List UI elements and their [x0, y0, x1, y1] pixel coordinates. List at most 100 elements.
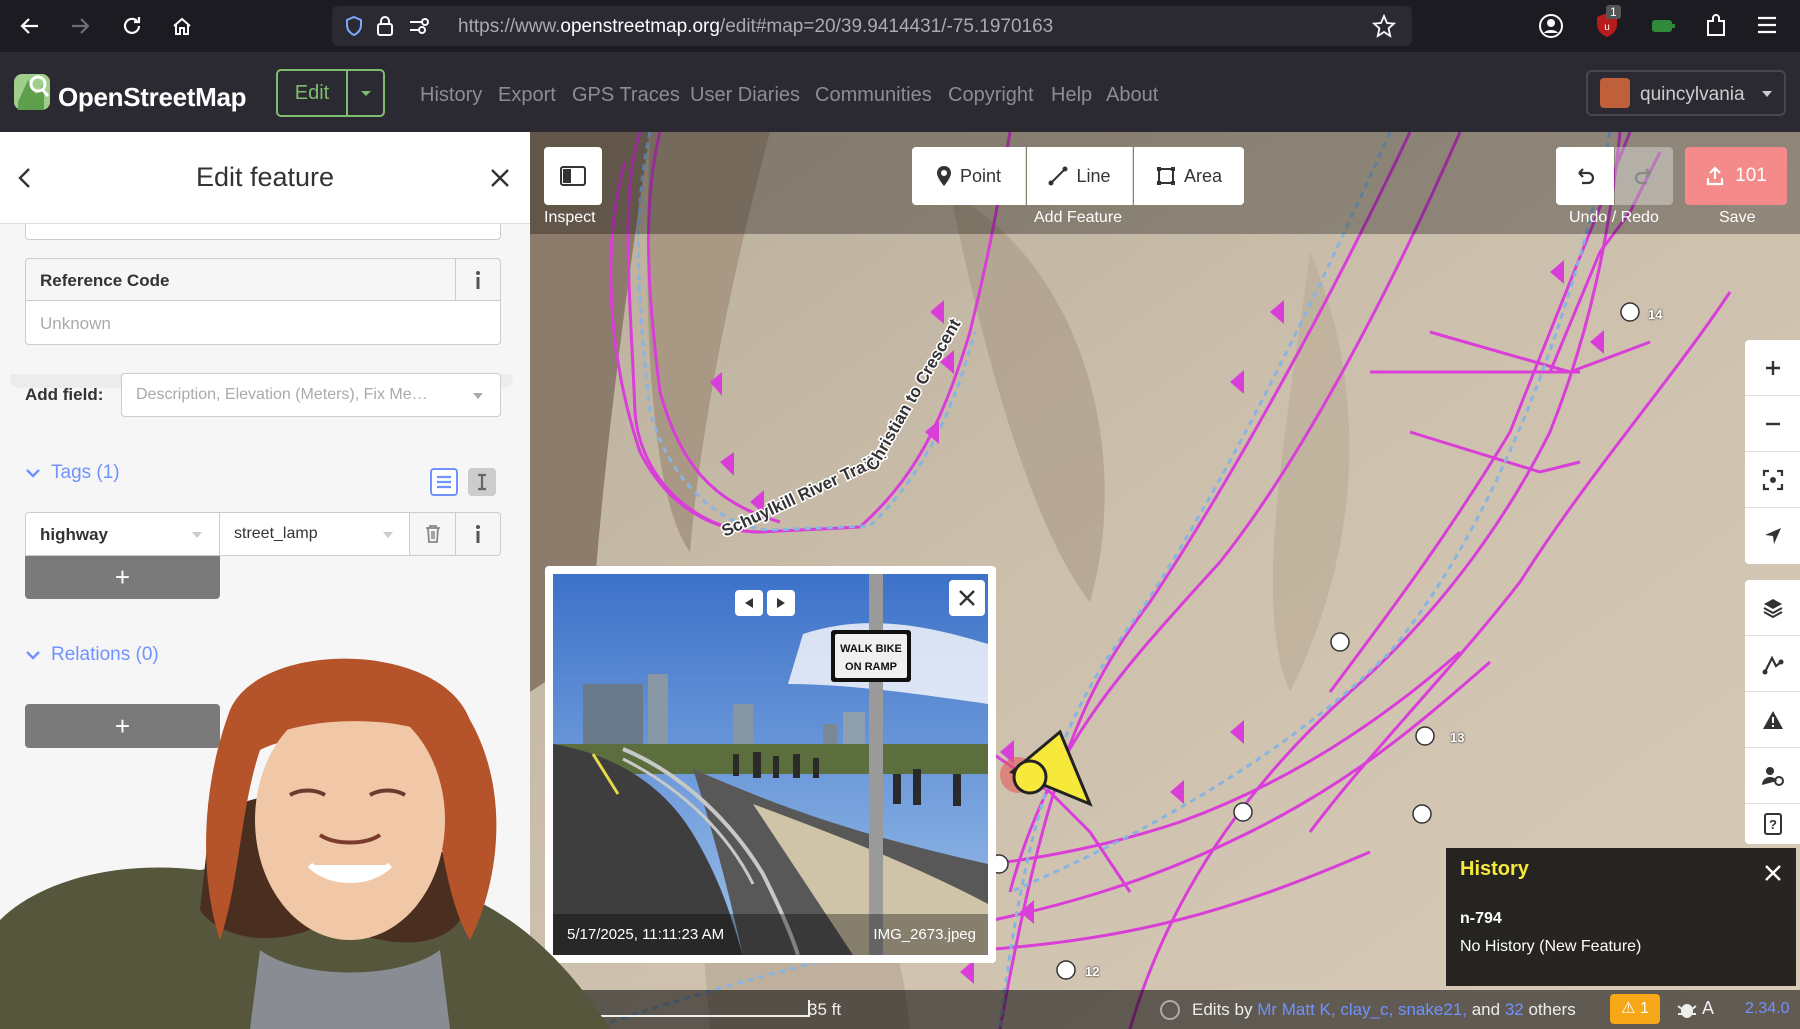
shield-icon[interactable]: [344, 15, 364, 37]
preferences-button[interactable]: [1745, 748, 1800, 804]
photo-close-button[interactable]: [949, 580, 985, 616]
tag-value-input[interactable]: street_lamp: [219, 512, 410, 556]
photo-filename: IMG_2673.jpeg: [873, 926, 976, 943]
add-line-button[interactable]: Line: [1027, 147, 1133, 205]
history-feature-id: n-794: [1460, 910, 1502, 927]
address-bar[interactable]: https://www.openstreetmap.org/edit#map=2…: [332, 6, 1412, 46]
undo-redo-caption: Undo / Redo: [1569, 209, 1659, 226]
nav-user-diaries[interactable]: User Diaries: [690, 84, 800, 107]
back-arrow-icon[interactable]: [15, 11, 45, 41]
layers-icon: [1763, 598, 1782, 618]
bug-report-icon[interactable]: [1676, 998, 1698, 1020]
tags-heading: Tags (1): [51, 462, 120, 483]
map-top-bar: Inspect Point Line Area Add Feature Undo…: [530, 132, 1800, 234]
home-icon[interactable]: [167, 11, 197, 41]
zoom-in-button[interactable]: [1745, 340, 1800, 396]
menu-hamburger-icon[interactable]: [1756, 15, 1778, 35]
editors-links[interactable]: Mr Matt K, clay_c, snake21,: [1257, 1000, 1467, 1019]
version-link[interactable]: 2.34.0: [1745, 1000, 1789, 1018]
translate-icon[interactable]: A: [1702, 998, 1714, 1019]
chevron-down-icon: [473, 393, 483, 399]
photo-play-button[interactable]: [767, 590, 795, 616]
map-canvas[interactable]: Schuylkill River Trail – Christian to Cr…: [530, 132, 1800, 1029]
osm-brand-name[interactable]: OpenStreetMap: [58, 82, 247, 113]
reference-code-input[interactable]: Unknown: [25, 300, 501, 345]
forward-arrow-icon[interactable]: [65, 11, 95, 41]
add-field-combobox[interactable]: Description, Elevation (Meters), Fix Me…: [121, 373, 501, 417]
url-text[interactable]: https://www.openstreetmap.org/edit#map=2…: [458, 16, 1053, 38]
help-button[interactable]: ?: [1745, 804, 1800, 844]
add-field-placeholder: Description, Elevation (Meters), Fix Me…: [136, 386, 428, 403]
save-button[interactable]: 101: [1685, 147, 1787, 205]
edit-dropdown-button[interactable]: [348, 71, 383, 115]
zoom-to-selection-button[interactable]: [1745, 452, 1800, 508]
osm-logo-icon[interactable]: [12, 72, 52, 112]
close-icon[interactable]: [490, 168, 510, 188]
nav-about[interactable]: About: [1106, 84, 1158, 107]
undo-button[interactable]: [1556, 147, 1614, 205]
issues-badge[interactable]: ⚠ 1: [1610, 994, 1660, 1024]
reload-icon[interactable]: [117, 11, 147, 41]
area-icon: [1156, 167, 1175, 185]
others-count-link[interactable]: 32: [1505, 1000, 1524, 1019]
inspect-button[interactable]: [544, 147, 602, 205]
edit-button[interactable]: Edit: [278, 71, 348, 115]
nav-copyright[interactable]: Copyright: [948, 84, 1034, 107]
play-back-icon: [745, 598, 753, 608]
map-data-button[interactable]: [1745, 636, 1800, 692]
area-label: Area: [1183, 165, 1223, 186]
add-tag-button[interactable]: +: [25, 556, 220, 599]
edits-by-text: Edits by Mr Matt K, clay_c, snake21, and…: [1192, 1000, 1576, 1019]
tag-key-input[interactable]: highway: [25, 512, 220, 556]
svg-text:u: u: [1604, 22, 1610, 33]
close-icon: [959, 590, 975, 606]
info-icon: [476, 270, 480, 289]
history-close-button[interactable]: [1764, 864, 1782, 882]
nav-communities[interactable]: Communities: [815, 84, 932, 107]
delete-tag-button[interactable]: [409, 512, 456, 556]
line-icon: [1048, 166, 1068, 186]
map-nav-controls: [1745, 340, 1800, 564]
tags-section-toggle[interactable]: Tags (1): [25, 462, 120, 484]
extensions-puzzle-icon[interactable]: [1704, 13, 1728, 39]
add-area-button[interactable]: Area: [1134, 147, 1244, 205]
map-footer: 35 ft Edits by Mr Matt K, clay_c, snake2…: [530, 990, 1800, 1029]
tag-key-text: highway: [40, 525, 109, 544]
background-info-icon[interactable]: [1160, 1000, 1180, 1020]
nav-help[interactable]: Help: [1051, 84, 1092, 107]
background-layers-button[interactable]: [1745, 580, 1800, 636]
minus-icon: [1765, 422, 1780, 425]
chevron-down-icon: [383, 532, 393, 538]
reference-code-placeholder: Unknown: [40, 314, 111, 333]
username: quincylvania: [1640, 84, 1745, 105]
account-icon[interactable]: [1538, 13, 1564, 39]
list-view-button[interactable]: [430, 468, 458, 496]
ublock-extension-icon[interactable]: u 1: [1594, 5, 1621, 39]
add-field-label: Add field:: [25, 385, 104, 404]
chevron-down-icon: [26, 469, 40, 478]
photo-prev-button[interactable]: [735, 590, 763, 616]
text-view-icon: [478, 473, 486, 491]
nav-gps-traces[interactable]: GPS Traces: [572, 84, 680, 107]
map-data-icon: [1762, 655, 1783, 674]
user-menu-button[interactable]: quincylvania: [1586, 70, 1786, 116]
bookmark-star-icon[interactable]: [1372, 14, 1396, 38]
help-icon: ?: [1763, 813, 1782, 835]
nav-history[interactable]: History: [420, 84, 482, 107]
lock-icon[interactable]: [376, 15, 394, 37]
reference-code-info-button[interactable]: [455, 258, 501, 301]
issues-button[interactable]: [1745, 692, 1800, 748]
street-photo[interactable]: WALK BIKE ON RAMP 5/17/2025, 11:11:23 AM…: [553, 574, 988, 955]
chevron-down-icon: [192, 532, 202, 538]
nav-export[interactable]: Export: [498, 84, 556, 107]
save-caption: Save: [1719, 209, 1756, 226]
add-feature-caption: Add Feature: [1034, 209, 1123, 226]
add-point-button[interactable]: Point: [912, 147, 1026, 205]
battery-extension-icon[interactable]: [1650, 16, 1676, 36]
zoom-out-button[interactable]: [1745, 396, 1800, 452]
geolocate-button[interactable]: [1745, 508, 1800, 564]
redo-button[interactable]: [1615, 147, 1673, 205]
site-permissions-icon[interactable]: [408, 17, 430, 35]
text-view-button[interactable]: [468, 468, 496, 496]
tag-info-button[interactable]: [455, 512, 501, 556]
